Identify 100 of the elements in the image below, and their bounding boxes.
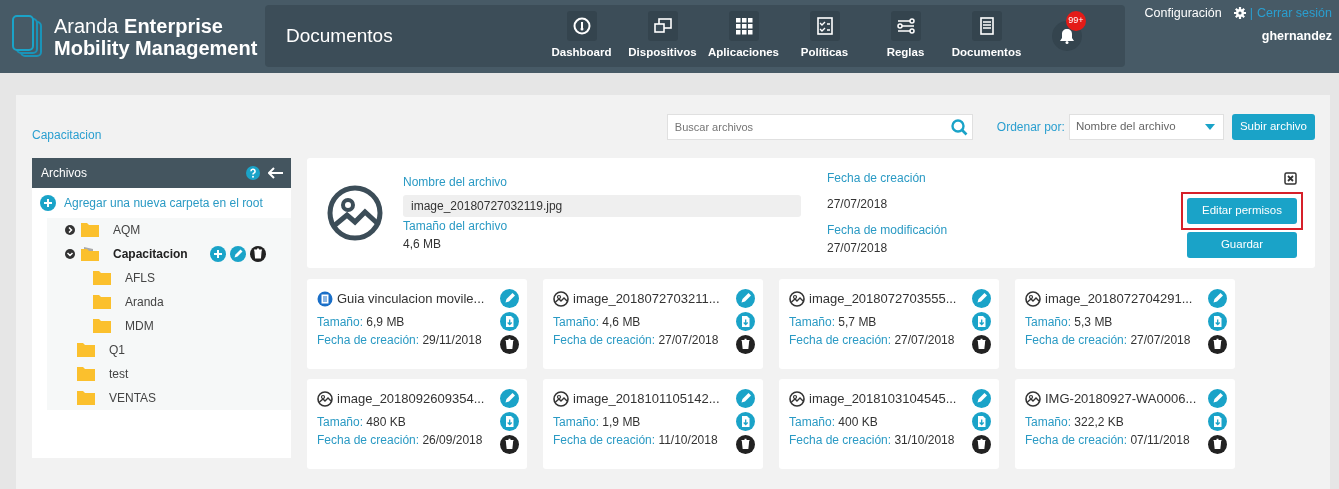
pencil-icon[interactable] [1208,289,1227,308]
file-card[interactable]: Guia vinculacion movile... Tamaño: 6,9 MB Fecha de creación: 29/11/2018 [307,279,527,369]
trash-icon[interactable] [1208,435,1227,454]
file-date: Fecha de creación: 26/09/2018 [317,431,484,449]
trash-icon[interactable] [972,335,991,354]
tree-item[interactable]: Capacitacion [47,242,291,266]
file-card[interactable]: image_2018103104545... Tamaño: 400 KB Fecha de creación: 31/10/2018 [779,379,999,469]
file-name: image_2018103104545... [809,390,957,408]
pencil-icon[interactable] [972,389,991,408]
trash-icon[interactable] [500,435,519,454]
field-label: Nombre del archivo [403,174,509,191]
back-arrow-icon[interactable] [268,167,283,179]
settings-link[interactable]: Configuración [1144,4,1222,23]
folder-icon [81,223,99,237]
field-value: 27/07/2018 [827,240,889,257]
pencil-icon[interactable] [1208,389,1227,408]
file-size: Tamaño: 1,9 MB [553,413,642,431]
trash-icon[interactable] [736,435,755,454]
file-card[interactable]: IMG-20180927-WA0006... Tamaño: 322,2 KB Fecha de creación: 07/11/2018 [1015,379,1235,469]
tree-item[interactable]: VENTAS [47,386,291,410]
plus-icon [40,195,56,211]
brand-name: Aranda Enterprise [54,14,224,37]
open-folder-icon [81,247,99,261]
folder-icon [77,367,95,381]
file-date: Fecha de creación: 07/11/2018 [1025,431,1191,449]
search-field[interactable]: Buscar archivos [666,114,973,140]
pencil-icon[interactable] [736,389,755,408]
folder-icon [93,271,111,285]
folder-icon [77,391,95,405]
pencil-icon[interactable] [500,389,519,408]
pencil-icon[interactable] [736,289,755,308]
tree-item[interactable]: MDM [47,314,291,338]
sort-label: Ordenar por: [996,119,1065,136]
tree-item[interactable]: AQM [47,218,291,242]
nav-item[interactable]: Políticas [784,10,865,62]
sliders-icon [896,16,915,35]
file-card[interactable]: image_2018072704291... Tamaño: 5,3 MB Fecha de creación: 27/07/2018 [1015,279,1235,369]
trash-icon[interactable] [249,246,266,262]
plus-icon[interactable] [209,246,226,262]
close-icon[interactable] [1284,172,1297,185]
file-card[interactable]: image_2018092609354... Tamaño: 480 KB Fecha de creación: 26/09/2018 [307,379,527,469]
file-size: Tamaño: 5,7 MB [789,313,878,331]
file-name: image_2018101105142... [573,390,720,408]
search-icon [949,118,968,136]
image-icon [1025,290,1041,307]
gauge-icon [572,16,591,35]
nav-item[interactable]: Documentos [946,10,1027,62]
file-size: Tamaño: 322,2 KB [1025,413,1125,431]
file-name: image_2018072703211... [573,290,720,308]
file-card[interactable]: image_2018072703555... Tamaño: 5,7 MB Fecha de creación: 27/07/2018 [779,279,999,369]
trash-icon[interactable] [1208,335,1227,354]
gear-icon [1233,7,1246,20]
trash-icon[interactable] [972,435,991,454]
file-name: image_2018072704291... [1045,290,1193,308]
nav-item[interactable]: Dashboard [541,10,622,62]
nav-item[interactable]: Dispositivos [622,10,703,62]
tree-item[interactable]: Q1 [47,338,291,362]
tree-item[interactable]: test [47,362,291,386]
image-icon [317,390,333,407]
file-card[interactable]: image_2018072703211... Tamaño: 4,6 MB Fecha de creación: 27/07/2018 [543,279,763,369]
file-date: Fecha de creación: 29/11/2018 [317,331,483,349]
monitor-icon [653,16,672,35]
nav-item[interactable]: Aplicaciones [703,10,784,62]
nav-item[interactable]: Reglas [865,10,946,62]
file-size: Tamaño: 400 KB [789,413,879,431]
file-card[interactable]: image_2018101105142... Tamaño: 1,9 MB Fecha de creación: 11/10/2018 [543,379,763,469]
trash-icon[interactable] [736,335,755,354]
file-size: Tamaño: 4,6 MB [553,313,642,331]
pencil-icon[interactable] [972,289,991,308]
file-size: Tamaño: 6,9 MB [317,313,406,331]
field-value: 4,6 MB [403,236,442,253]
brand-name: Mobility Management [54,36,258,59]
pencil-icon[interactable] [500,289,519,308]
chevron-down-icon [65,249,75,259]
file-name: image_2018092609354... [337,390,485,408]
checklist-icon [815,16,834,35]
field-value: 27/07/2018 [827,196,889,213]
notification-badge: 99+ [1066,11,1086,31]
cabinet-icon [977,16,996,35]
bell-icon [1059,28,1075,44]
phones-logo-icon [12,14,44,59]
username: ghernandez [1261,27,1332,45]
file-date: Fecha de creación: 27/07/2018 [1025,331,1192,349]
folder-icon [77,343,95,357]
help-icon[interactable] [246,166,260,180]
field-label: Tamaño del archivo [403,218,509,235]
tree-item[interactable]: Aranda [47,290,291,314]
trash-icon[interactable] [500,335,519,354]
image-icon [789,290,805,307]
file-date: Fecha de creación: 11/10/2018 [553,431,719,449]
image-icon [553,390,569,407]
file-date: Fecha de creación: 27/07/2018 [553,331,720,349]
tree-item[interactable]: AFLS [47,266,291,290]
file-date: Fecha de creación: 31/10/2018 [789,431,956,449]
sort-dropdown[interactable]: Nombre del archivo [1068,114,1224,140]
filename-field[interactable]: image_20180727032119.jpg [403,195,801,217]
file-name: Guia vinculacion movile... [337,290,485,308]
image-icon [1025,390,1041,407]
folder-icon [93,295,111,309]
image-icon [553,290,569,307]
